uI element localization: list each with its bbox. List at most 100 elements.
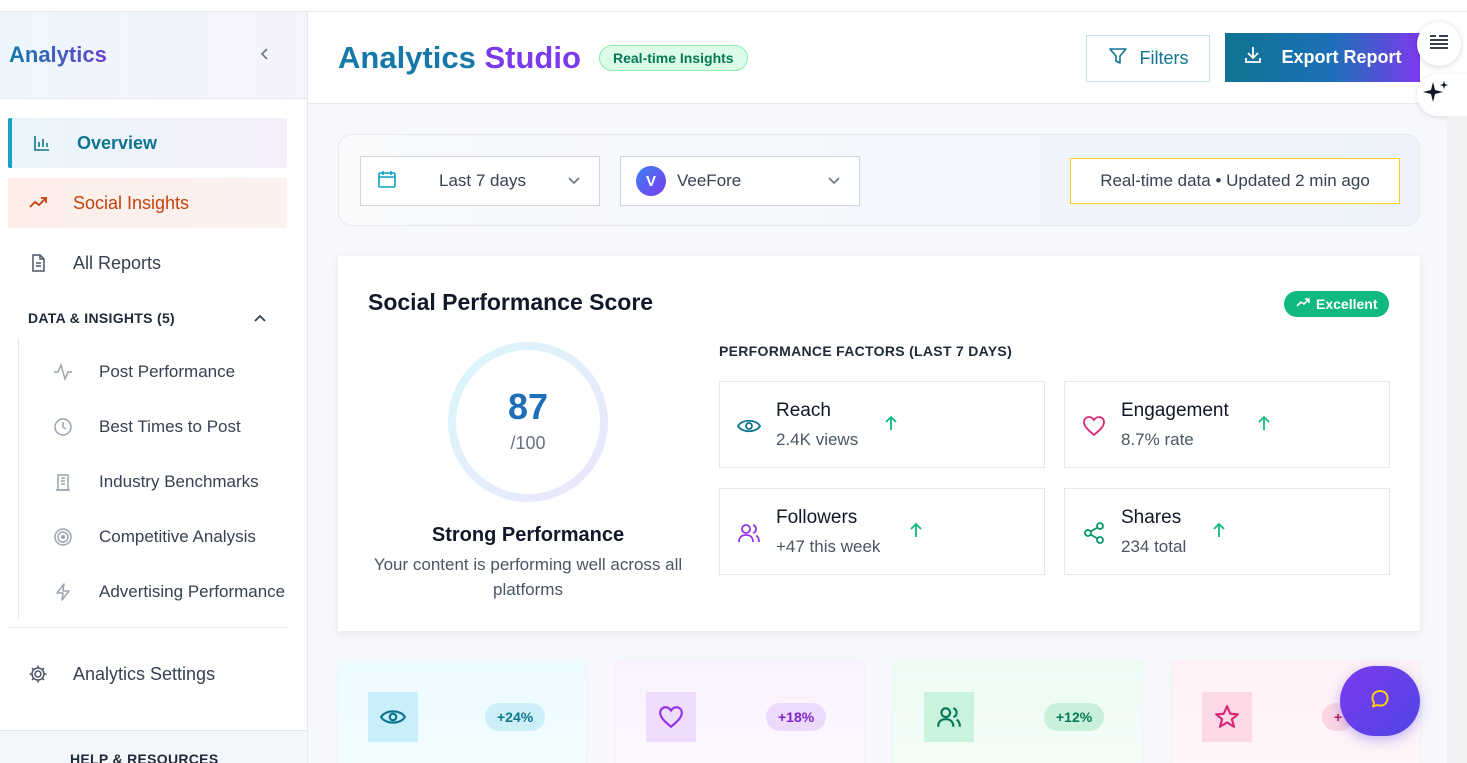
calendar-icon [377, 169, 397, 194]
sidebar-item-competitive-analysis[interactable]: Competitive Analysis [19, 509, 307, 564]
download-icon [1243, 45, 1263, 70]
sidebar-item-best-times[interactable]: Best Times to Post [19, 399, 307, 454]
sidebar-item-analytics-settings[interactable]: Analytics Settings [0, 644, 307, 704]
ai-assist-button[interactable] [1417, 74, 1467, 116]
target-icon [53, 527, 73, 547]
score-verdict-description: Your content is performing well across a… [373, 555, 683, 599]
star-icon [1202, 692, 1252, 742]
date-range-select[interactable]: Last 7 days [360, 156, 600, 206]
arrow-up-icon [1257, 415, 1271, 436]
data-insights-section-toggle[interactable]: DATA & INSIGHTS (5) [28, 298, 267, 338]
export-label: Export Report [1281, 47, 1402, 67]
stat-change-badge: +24% [485, 703, 546, 731]
factor-card-reach: Reach 2.4K views [719, 381, 1045, 468]
factor-card-shares: Shares 234 total [1064, 488, 1390, 575]
factor-value: 2.4K views [776, 430, 859, 449]
activity-icon [53, 362, 73, 382]
bar-chart-icon [32, 133, 52, 153]
stat-card-engagement: +18% [616, 660, 864, 763]
scrollbar[interactable] [1447, 116, 1467, 763]
sidebar-item-label: Best Times to Post [99, 416, 241, 436]
filters-label: Filters [1139, 48, 1189, 68]
account-avatar: V [636, 166, 666, 196]
stat-card-reach: +24% [338, 660, 586, 763]
users-icon [736, 520, 762, 546]
sidebar-item-industry-benchmarks[interactable]: Industry Benchmarks [19, 454, 307, 509]
sidebar-item-label: Competitive Analysis [99, 526, 256, 546]
users-icon [924, 692, 974, 742]
trending-up-icon [28, 193, 48, 213]
sidebar-item-overview[interactable]: Overview [8, 118, 287, 168]
stat-card-followers: +12% [894, 660, 1142, 763]
realtime-status: Real-time data • Updated 2 min ago [1070, 158, 1400, 204]
realtime-badge: Real-time Insights [599, 45, 748, 71]
sidebar-item-post-performance[interactable]: Post Performance [19, 344, 307, 399]
factor-value: +47 this week [776, 537, 881, 556]
score-value: 87 [507, 386, 549, 427]
filters-button[interactable]: Filters [1086, 35, 1210, 82]
factor-name: Followers [776, 507, 858, 528]
filter-bar: Last 7 days V VeeFore Real-time data • U… [338, 134, 1420, 226]
collapse-sidebar-icon[interactable] [259, 45, 271, 66]
score-card-title: Social Performance Score [368, 289, 654, 315]
section-title: DATA & INSIGHTS (5) [28, 310, 175, 326]
sidebar-divider [8, 627, 287, 628]
chevron-up-icon [253, 310, 267, 326]
date-range-value: Last 7 days [439, 171, 526, 190]
sidebar-item-social-insights[interactable]: Social Insights [8, 178, 287, 228]
arrow-up-icon [909, 522, 923, 543]
trending-up-icon [1296, 296, 1310, 312]
lightning-icon [53, 582, 73, 602]
clock-icon [53, 417, 73, 437]
factor-name: Shares [1121, 507, 1182, 528]
help-resources-header: HELP & RESOURCES [0, 730, 307, 763]
sidebar-title: Analytics [9, 42, 107, 67]
page-header: Analytics Studio Real-time Insights Filt… [308, 12, 1467, 104]
factor-name: Reach [776, 400, 831, 421]
export-report-button[interactable]: Export Report [1225, 33, 1420, 82]
sidebar-item-label: Advertising Performance [99, 581, 286, 601]
sidebar-item-label: Industry Benchmarks [99, 471, 259, 491]
chat-bubble-icon [1368, 687, 1392, 716]
sidebar-item-advertising-performance[interactable]: Advertising Performance [19, 564, 307, 619]
chevron-down-icon [567, 172, 581, 192]
data-insights-list: Post Performance Best Times to Post Indu… [18, 338, 307, 619]
sidebar-item-label: Analytics Settings [73, 663, 216, 684]
factor-name: Engagement [1121, 400, 1229, 421]
page-title: Analytics Studio [338, 40, 581, 76]
reader-mode-button[interactable] [1417, 22, 1461, 66]
chat-button[interactable] [1340, 666, 1420, 736]
rating-badge: Excellent [1284, 291, 1390, 317]
gear-icon [28, 664, 48, 684]
rating-label: Excellent [1316, 296, 1378, 312]
account-select[interactable]: V VeeFore [620, 156, 860, 206]
sidebar-item-label: All Reports [73, 252, 162, 273]
page-title-part1: Analytics [338, 40, 476, 75]
share-icon [1081, 520, 1107, 546]
filter-icon [1108, 46, 1128, 71]
arrow-up-icon [884, 415, 898, 436]
score-verdict: Strong Performance [431, 524, 625, 546]
factor-card-engagement: Engagement 8.7% rate [1064, 381, 1390, 468]
heart-icon [1081, 413, 1107, 439]
page-title-part2: Studio [484, 40, 581, 75]
sparkles-icon [1421, 78, 1451, 113]
sidebar-item-all-reports[interactable]: All Reports [8, 238, 287, 288]
arrow-up-icon [1212, 522, 1226, 543]
building-icon [53, 472, 73, 492]
factor-value: 8.7% rate [1121, 430, 1194, 449]
sidebar-item-label: Post Performance [99, 361, 236, 381]
stat-change-badge: +12% [1044, 703, 1105, 731]
factor-value: 234 total [1121, 537, 1187, 556]
sidebar-item-label: Social Insights [73, 192, 190, 213]
sidebar-nav: Overview Social Insights All Reports [0, 99, 307, 288]
eye-icon [736, 413, 762, 439]
document-icon [28, 253, 48, 273]
stat-change-badge: +18% [766, 703, 827, 731]
performance-factors-title: PERFORMANCE FACTORS (LAST 7 DAYS) [719, 343, 1013, 359]
heart-icon [646, 692, 696, 742]
factor-card-followers: Followers +47 this week [719, 488, 1045, 575]
account-value: VeeFore [677, 171, 742, 190]
score-max: /100 [510, 433, 546, 453]
sidebar-header: Analytics [0, 12, 307, 99]
